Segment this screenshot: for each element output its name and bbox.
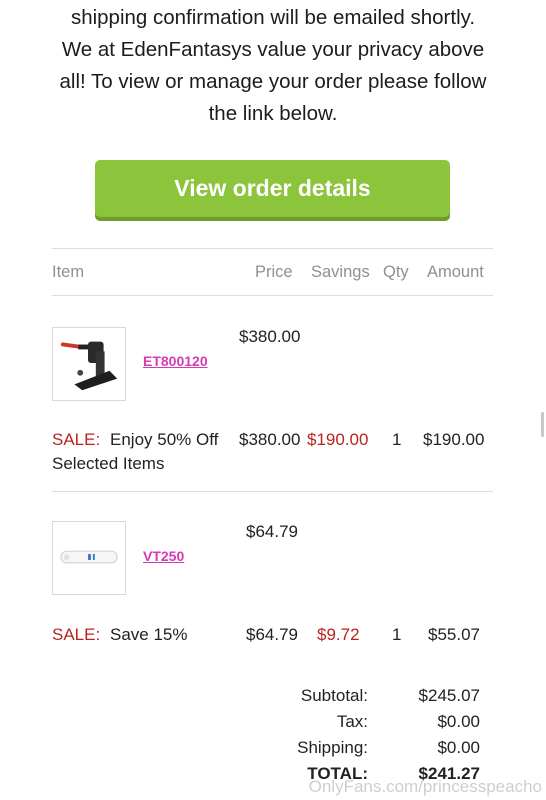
shipping-label: Shipping: bbox=[297, 738, 368, 757]
price-cell: $380.00 bbox=[239, 430, 301, 449]
savings-cell: $190.00 bbox=[307, 430, 369, 449]
intro-line: shipping confirmation will be emailed sh… bbox=[70, 6, 476, 29]
subtotal-label: Subtotal: bbox=[300, 686, 368, 705]
price-cell: $64.79 bbox=[246, 625, 298, 644]
qty-cell: 1 bbox=[392, 625, 402, 644]
sale-description: Selected Items bbox=[52, 454, 165, 473]
product-thumbnail[interactable] bbox=[52, 521, 126, 595]
sale-description: Save 15% bbox=[110, 625, 188, 644]
amount-cell: $55.07 bbox=[428, 625, 480, 644]
scrollbar[interactable] bbox=[541, 412, 544, 437]
subtotal-value: $245.07 bbox=[418, 686, 480, 705]
product-link[interactable]: VT250 bbox=[143, 548, 184, 564]
intro-line: We at EdenFantasys value your privacy ab… bbox=[61, 38, 485, 61]
column-header-qty: Qty bbox=[383, 263, 409, 281]
list-price: $64.79 bbox=[246, 522, 298, 541]
product-thumbnail[interactable] bbox=[52, 327, 126, 401]
sale-label: SALE: bbox=[52, 625, 101, 644]
amount-cell: $190.00 bbox=[423, 430, 485, 449]
view-order-details-button[interactable]: View order details bbox=[95, 160, 450, 217]
intro-paragraph: shipping confirmation will be emailed sh… bbox=[30, 2, 516, 130]
sale-label: SALE: bbox=[52, 430, 101, 449]
wand-product-icon bbox=[60, 550, 118, 564]
tax-label: Tax: bbox=[336, 712, 368, 731]
list-price: $380.00 bbox=[239, 327, 301, 346]
shipping-value: $0.00 bbox=[437, 738, 480, 757]
machine-product-icon bbox=[60, 341, 118, 391]
intro-line: the link below. bbox=[208, 102, 338, 125]
divider bbox=[52, 491, 493, 492]
sale-description: Enjoy 50% Off bbox=[110, 430, 219, 449]
divider bbox=[52, 295, 493, 296]
column-header-amount: Amount bbox=[427, 263, 484, 281]
column-header-price: Price bbox=[255, 263, 293, 281]
intro-line: all! To view or manage your order please… bbox=[59, 70, 487, 93]
product-link[interactable]: ET800120 bbox=[143, 353, 208, 369]
savings-cell: $9.72 bbox=[317, 625, 360, 644]
tax-value: $0.00 bbox=[437, 712, 480, 731]
column-header-savings: Savings bbox=[311, 263, 370, 281]
column-header-item: Item bbox=[52, 263, 85, 281]
watermark: OnlyFans.com/princesspeacho bbox=[308, 777, 542, 796]
qty-cell: 1 bbox=[392, 430, 402, 449]
divider bbox=[52, 248, 493, 249]
